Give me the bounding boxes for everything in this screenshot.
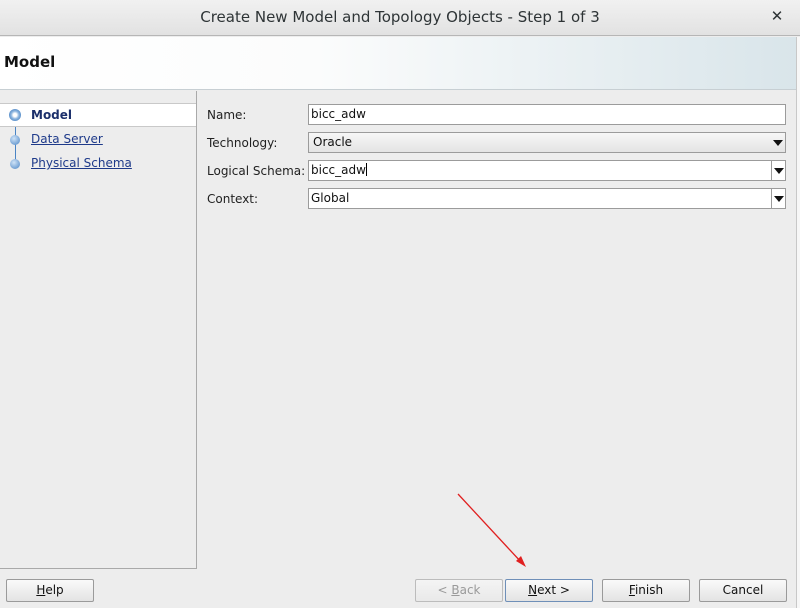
back-button-mnemonic: B [451, 583, 460, 597]
window-right-edge [796, 37, 800, 608]
next-button-mnemonic: N [528, 583, 538, 597]
help-button-label: elp [45, 583, 64, 597]
cancel-button-label: Cancel [722, 583, 764, 597]
step-header: Model [0, 37, 796, 90]
dropdown-arrow-icon[interactable] [771, 161, 785, 180]
dropdown-arrow-icon[interactable] [771, 133, 785, 152]
wizard-step-nav: Model Data Server Physical Schema [0, 91, 197, 569]
window-title: Create New Model and Topology Objects - … [200, 8, 600, 26]
technology-label: Technology: [207, 136, 278, 150]
help-button[interactable]: Help [6, 579, 94, 602]
technology-select[interactable]: Oracle [308, 132, 786, 153]
logical-schema-value: bicc_adw [311, 163, 366, 177]
cancel-button[interactable]: Cancel [699, 579, 787, 602]
step-node-icon [10, 135, 20, 145]
back-button[interactable]: < Back [415, 579, 503, 602]
step-node-icon [10, 159, 20, 169]
title-bar: Create New Model and Topology Objects - … [0, 0, 800, 36]
model-form: Name: bicc_adw Technology: Oracle Logica… [198, 91, 796, 569]
text-caret [365, 163, 367, 176]
name-value: bicc_adw [311, 107, 366, 121]
help-button-mnemonic: H [36, 583, 46, 597]
nav-step-label: Model [31, 108, 73, 122]
nav-step-model[interactable]: Model [0, 103, 196, 127]
step-header-title: Model [4, 53, 56, 71]
next-button[interactable]: Next > [505, 579, 593, 602]
finish-button[interactable]: Finish [602, 579, 690, 602]
technology-value: Oracle [313, 135, 353, 149]
nav-step-physical-schema[interactable]: Physical Schema [0, 152, 196, 176]
nav-step-data-server[interactable]: Data Server [0, 128, 196, 152]
dropdown-arrow-icon[interactable] [771, 189, 785, 208]
back-button-label: ack [459, 583, 481, 597]
back-button-prefix: < [437, 583, 452, 597]
next-button-label: ext > [537, 583, 570, 597]
step-node-icon [9, 109, 21, 121]
context-label: Context: [207, 192, 259, 206]
logical-schema-combo[interactable]: bicc_adw [308, 160, 786, 181]
logical-schema-label: Logical Schema: [207, 164, 306, 178]
name-field[interactable]: bicc_adw [308, 104, 786, 125]
nav-step-label: Data Server [31, 132, 103, 146]
context-value: Global [311, 191, 350, 205]
finish-button-label: inish [634, 583, 664, 597]
context-combo[interactable]: Global [308, 188, 786, 209]
close-icon[interactable]: ✕ [770, 9, 784, 24]
name-label: Name: [207, 108, 247, 122]
nav-step-label: Physical Schema [31, 156, 132, 170]
